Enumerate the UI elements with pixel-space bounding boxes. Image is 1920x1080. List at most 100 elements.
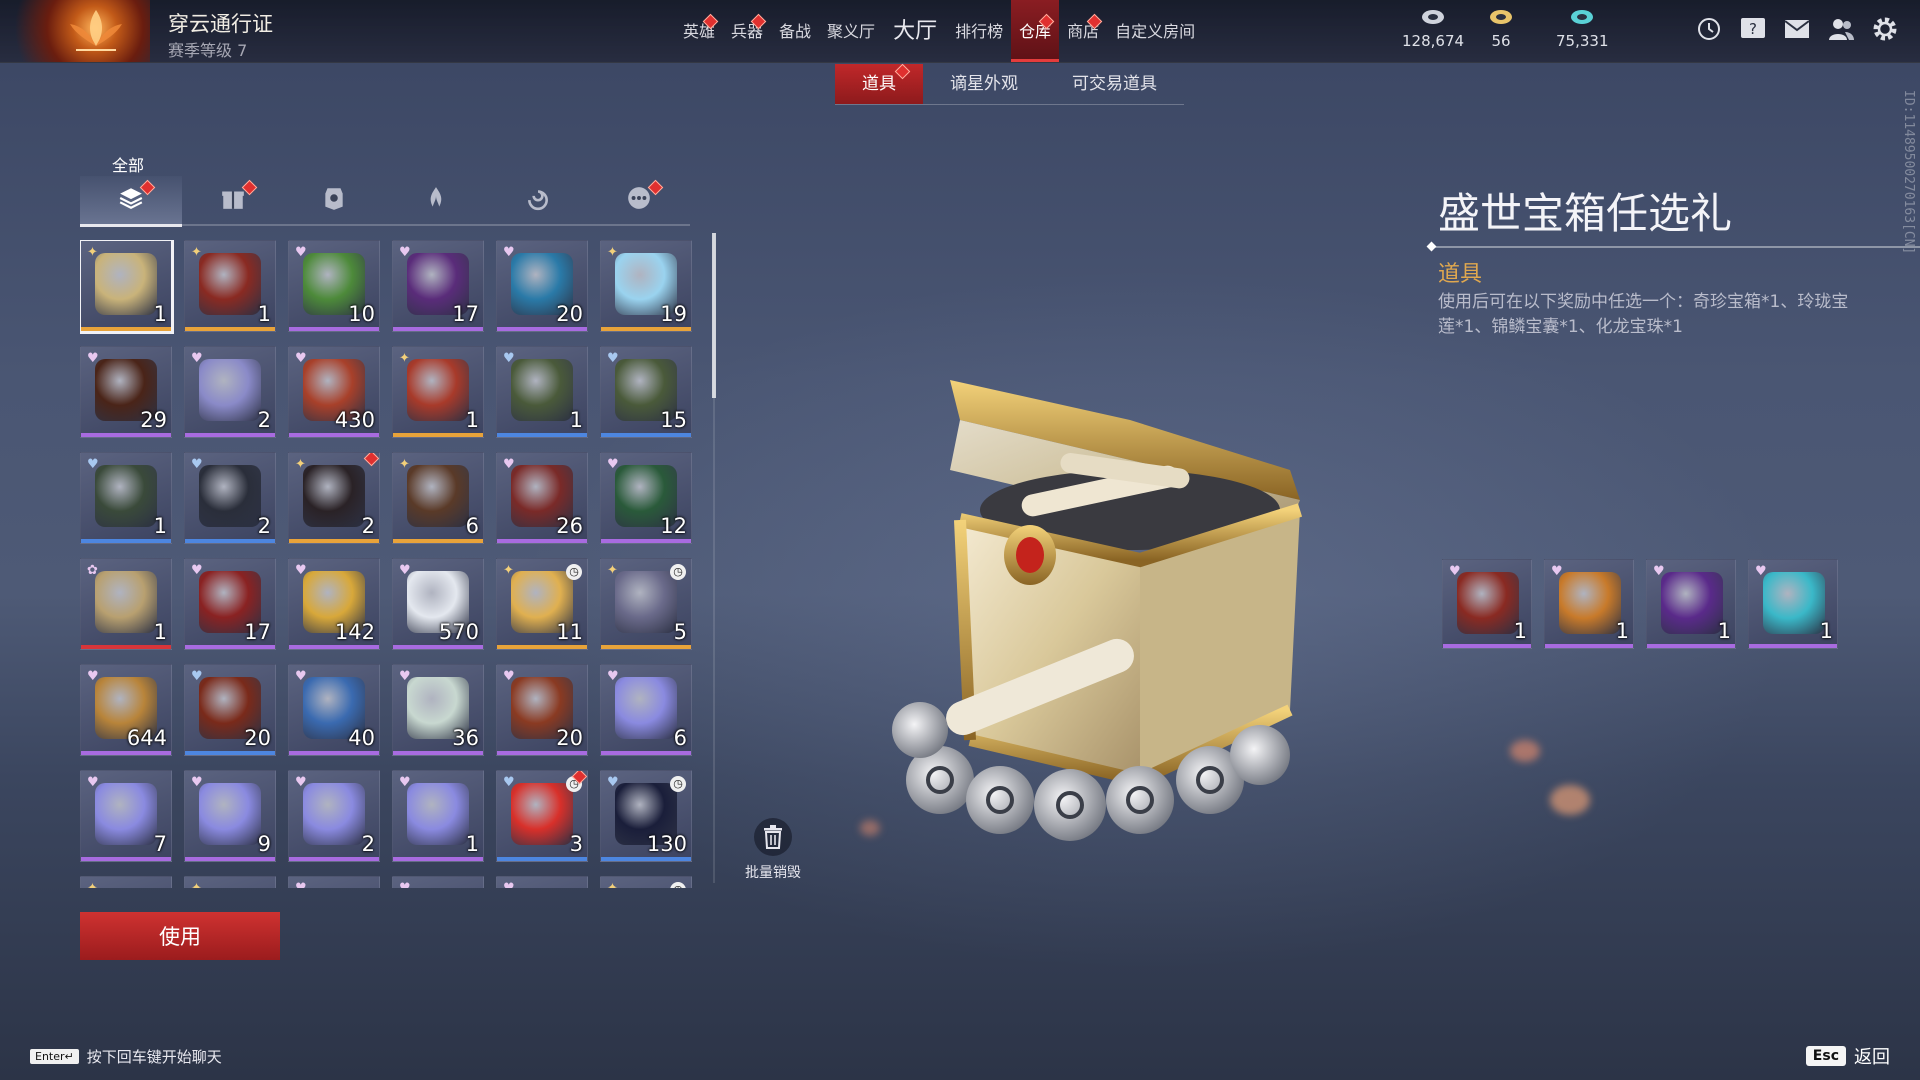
enter-key: Enter↵	[30, 1049, 79, 1064]
item-slot[interactable]: ♥ 26	[496, 452, 588, 544]
reward-slot[interactable]: ♥ 1	[1544, 559, 1634, 649]
item-slot[interactable]: ♥ ◷ 130	[600, 770, 692, 862]
category-tabs	[80, 176, 690, 227]
item-slot[interactable]: ♥ 20	[496, 240, 588, 332]
nav-item[interactable]: 仓库	[1011, 0, 1060, 62]
nav-item[interactable]: 备战	[771, 0, 819, 62]
item-slot[interactable]: ♥ 12	[600, 452, 692, 544]
item-name: 盛世宝箱任选礼	[1438, 189, 1733, 238]
nav-item-label: 备战	[779, 22, 812, 41]
friends-icon[interactable]	[1826, 14, 1856, 44]
rarity-bar	[1749, 644, 1837, 648]
item-quantity: 20	[244, 726, 271, 750]
item-slot[interactable]: ✿ 1	[80, 558, 172, 650]
item-slot[interactable]: ♥	[288, 876, 380, 888]
lantern-glow	[1550, 785, 1590, 815]
item-slot[interactable]: ♥ 2	[288, 770, 380, 862]
flame-icon	[423, 185, 449, 215]
help-icon[interactable]: ?	[1738, 14, 1768, 44]
item-quantity: 3	[569, 832, 583, 856]
item-slot[interactable]: ♥ 15	[600, 346, 692, 438]
item-icon	[95, 783, 157, 845]
treasure-chest-illustration	[892, 380, 1303, 841]
nav-item[interactable]: 聚义厅	[819, 0, 883, 62]
item-slot[interactable]: ♥ 570	[392, 558, 484, 650]
category-tab[interactable]	[385, 176, 487, 224]
item-slot[interactable]: ♥ 10	[288, 240, 380, 332]
category-tab[interactable]	[588, 176, 690, 224]
back-button[interactable]: Esc 返回	[1805, 1043, 1890, 1069]
item-slot[interactable]: ✦	[184, 876, 276, 888]
category-tab[interactable]	[80, 176, 182, 227]
item-slot[interactable]: ✦ 1	[392, 346, 484, 438]
mail-icon[interactable]	[1782, 14, 1812, 44]
item-slot[interactable]: ♥ 644	[80, 664, 172, 756]
item-slot[interactable]: ♥ 36	[392, 664, 484, 756]
item-slot[interactable]: ✦	[80, 876, 172, 888]
item-slot[interactable]: ♥ 40	[288, 664, 380, 756]
item-slot[interactable]: ♥ 9	[184, 770, 276, 862]
subtab[interactable]: 谪星外观	[923, 64, 1045, 104]
battle-pass-title[interactable]: 穿云通行证	[168, 8, 273, 38]
item-slot[interactable]: ♥ 142	[288, 558, 380, 650]
rarity-bar	[289, 539, 379, 543]
category-tab[interactable]	[283, 176, 385, 224]
nav-item-label: 排行榜	[955, 22, 1004, 41]
item-slot[interactable]: ♥ 2	[184, 346, 276, 438]
category-selected-label: 全部	[112, 156, 145, 175]
inventory-subtabs: 道具 谪星外观 可交易道具	[835, 63, 1184, 105]
category-tab[interactable]	[182, 176, 284, 224]
item-slot[interactable]: ✦ 1	[184, 240, 276, 332]
nav-item[interactable]: 排行榜	[947, 0, 1011, 62]
nav-item[interactable]: 商店	[1059, 0, 1107, 62]
nav-item[interactable]: 大厅	[883, 0, 947, 62]
item-slot[interactable]: ♥ 7	[80, 770, 172, 862]
reward-slot[interactable]: ♥ 1	[1442, 559, 1532, 649]
subtab[interactable]: 可交易道具	[1045, 64, 1184, 104]
nav-item[interactable]: 自定义房间	[1107, 0, 1203, 62]
item-slot[interactable]: ♥ 1	[80, 452, 172, 544]
item-slot[interactable]: ♥ 1	[496, 346, 588, 438]
subtab[interactable]: 道具	[835, 63, 923, 104]
item-slot[interactable]: ✦ 19	[600, 240, 692, 332]
item-slot[interactable]: ✦ ◷ 11	[496, 558, 588, 650]
nav-item[interactable]: 兵器	[723, 0, 771, 62]
item-slot[interactable]: ♥ 6	[600, 664, 692, 756]
item-quantity: 1	[153, 302, 167, 326]
item-slot[interactable]: ✦ 6	[392, 452, 484, 544]
item-slot[interactable]: ♥ 17	[392, 240, 484, 332]
item-slot[interactable]: ♥ 2	[184, 452, 276, 544]
item-slot[interactable]: ♥ 20	[496, 664, 588, 756]
chat-hint[interactable]: Enter↵ 按下回车键开始聊天	[30, 1046, 222, 1067]
back-label: 返回	[1854, 1047, 1890, 1068]
item-slot[interactable]: ✦ 2	[288, 452, 380, 544]
ticket-icon	[1488, 8, 1514, 30]
rarity-bar	[1647, 644, 1735, 648]
item-slot[interactable]: ✦ 1	[80, 240, 174, 334]
item-slot[interactable]: ♥ 17	[184, 558, 276, 650]
item-slot[interactable]: ♥ ◷ 3	[496, 770, 588, 862]
item-slot[interactable]: ♥ 430	[288, 346, 380, 438]
clock-icon[interactable]	[1694, 14, 1724, 44]
rarity-bar	[393, 539, 483, 543]
battle-pass-emblem[interactable]	[0, 0, 150, 62]
use-button[interactable]: 使用	[80, 912, 280, 960]
bulk-destroy-button[interactable]: 批量销毁	[738, 818, 808, 882]
item-slot[interactable]: ♥	[392, 876, 484, 888]
subtab-label: 可交易道具	[1072, 74, 1157, 94]
settings-icon[interactable]	[1870, 14, 1900, 44]
scrollbar-thumb[interactable]	[712, 233, 716, 398]
item-slot[interactable]: ♥	[496, 876, 588, 888]
main-nav: 英雄 兵器 备战 聚义厅 大厅 排行榜 仓库 商店 自定义房间	[675, 0, 1203, 62]
top-bar: 穿云通行证 赛季等级 7 英雄 兵器 备战 聚义厅 大厅 排行榜 仓库 商店 自定义房间 128…	[0, 0, 1920, 63]
item-slot[interactable]: ♥ 29	[80, 346, 172, 438]
item-slot[interactable]: ♥ 20	[184, 664, 276, 756]
item-slot[interactable]: ✦ ◷ 5	[600, 558, 692, 650]
item-slot[interactable]: ✦◷	[600, 876, 692, 888]
item-slot[interactable]: ♥ 1	[392, 770, 484, 862]
item-quantity: 1	[153, 514, 167, 538]
nav-item[interactable]: 英雄	[675, 0, 723, 62]
reward-slot[interactable]: ♥ 1	[1646, 559, 1736, 649]
category-tab[interactable]	[487, 176, 589, 224]
reward-slot[interactable]: ♥ 1	[1748, 559, 1838, 649]
